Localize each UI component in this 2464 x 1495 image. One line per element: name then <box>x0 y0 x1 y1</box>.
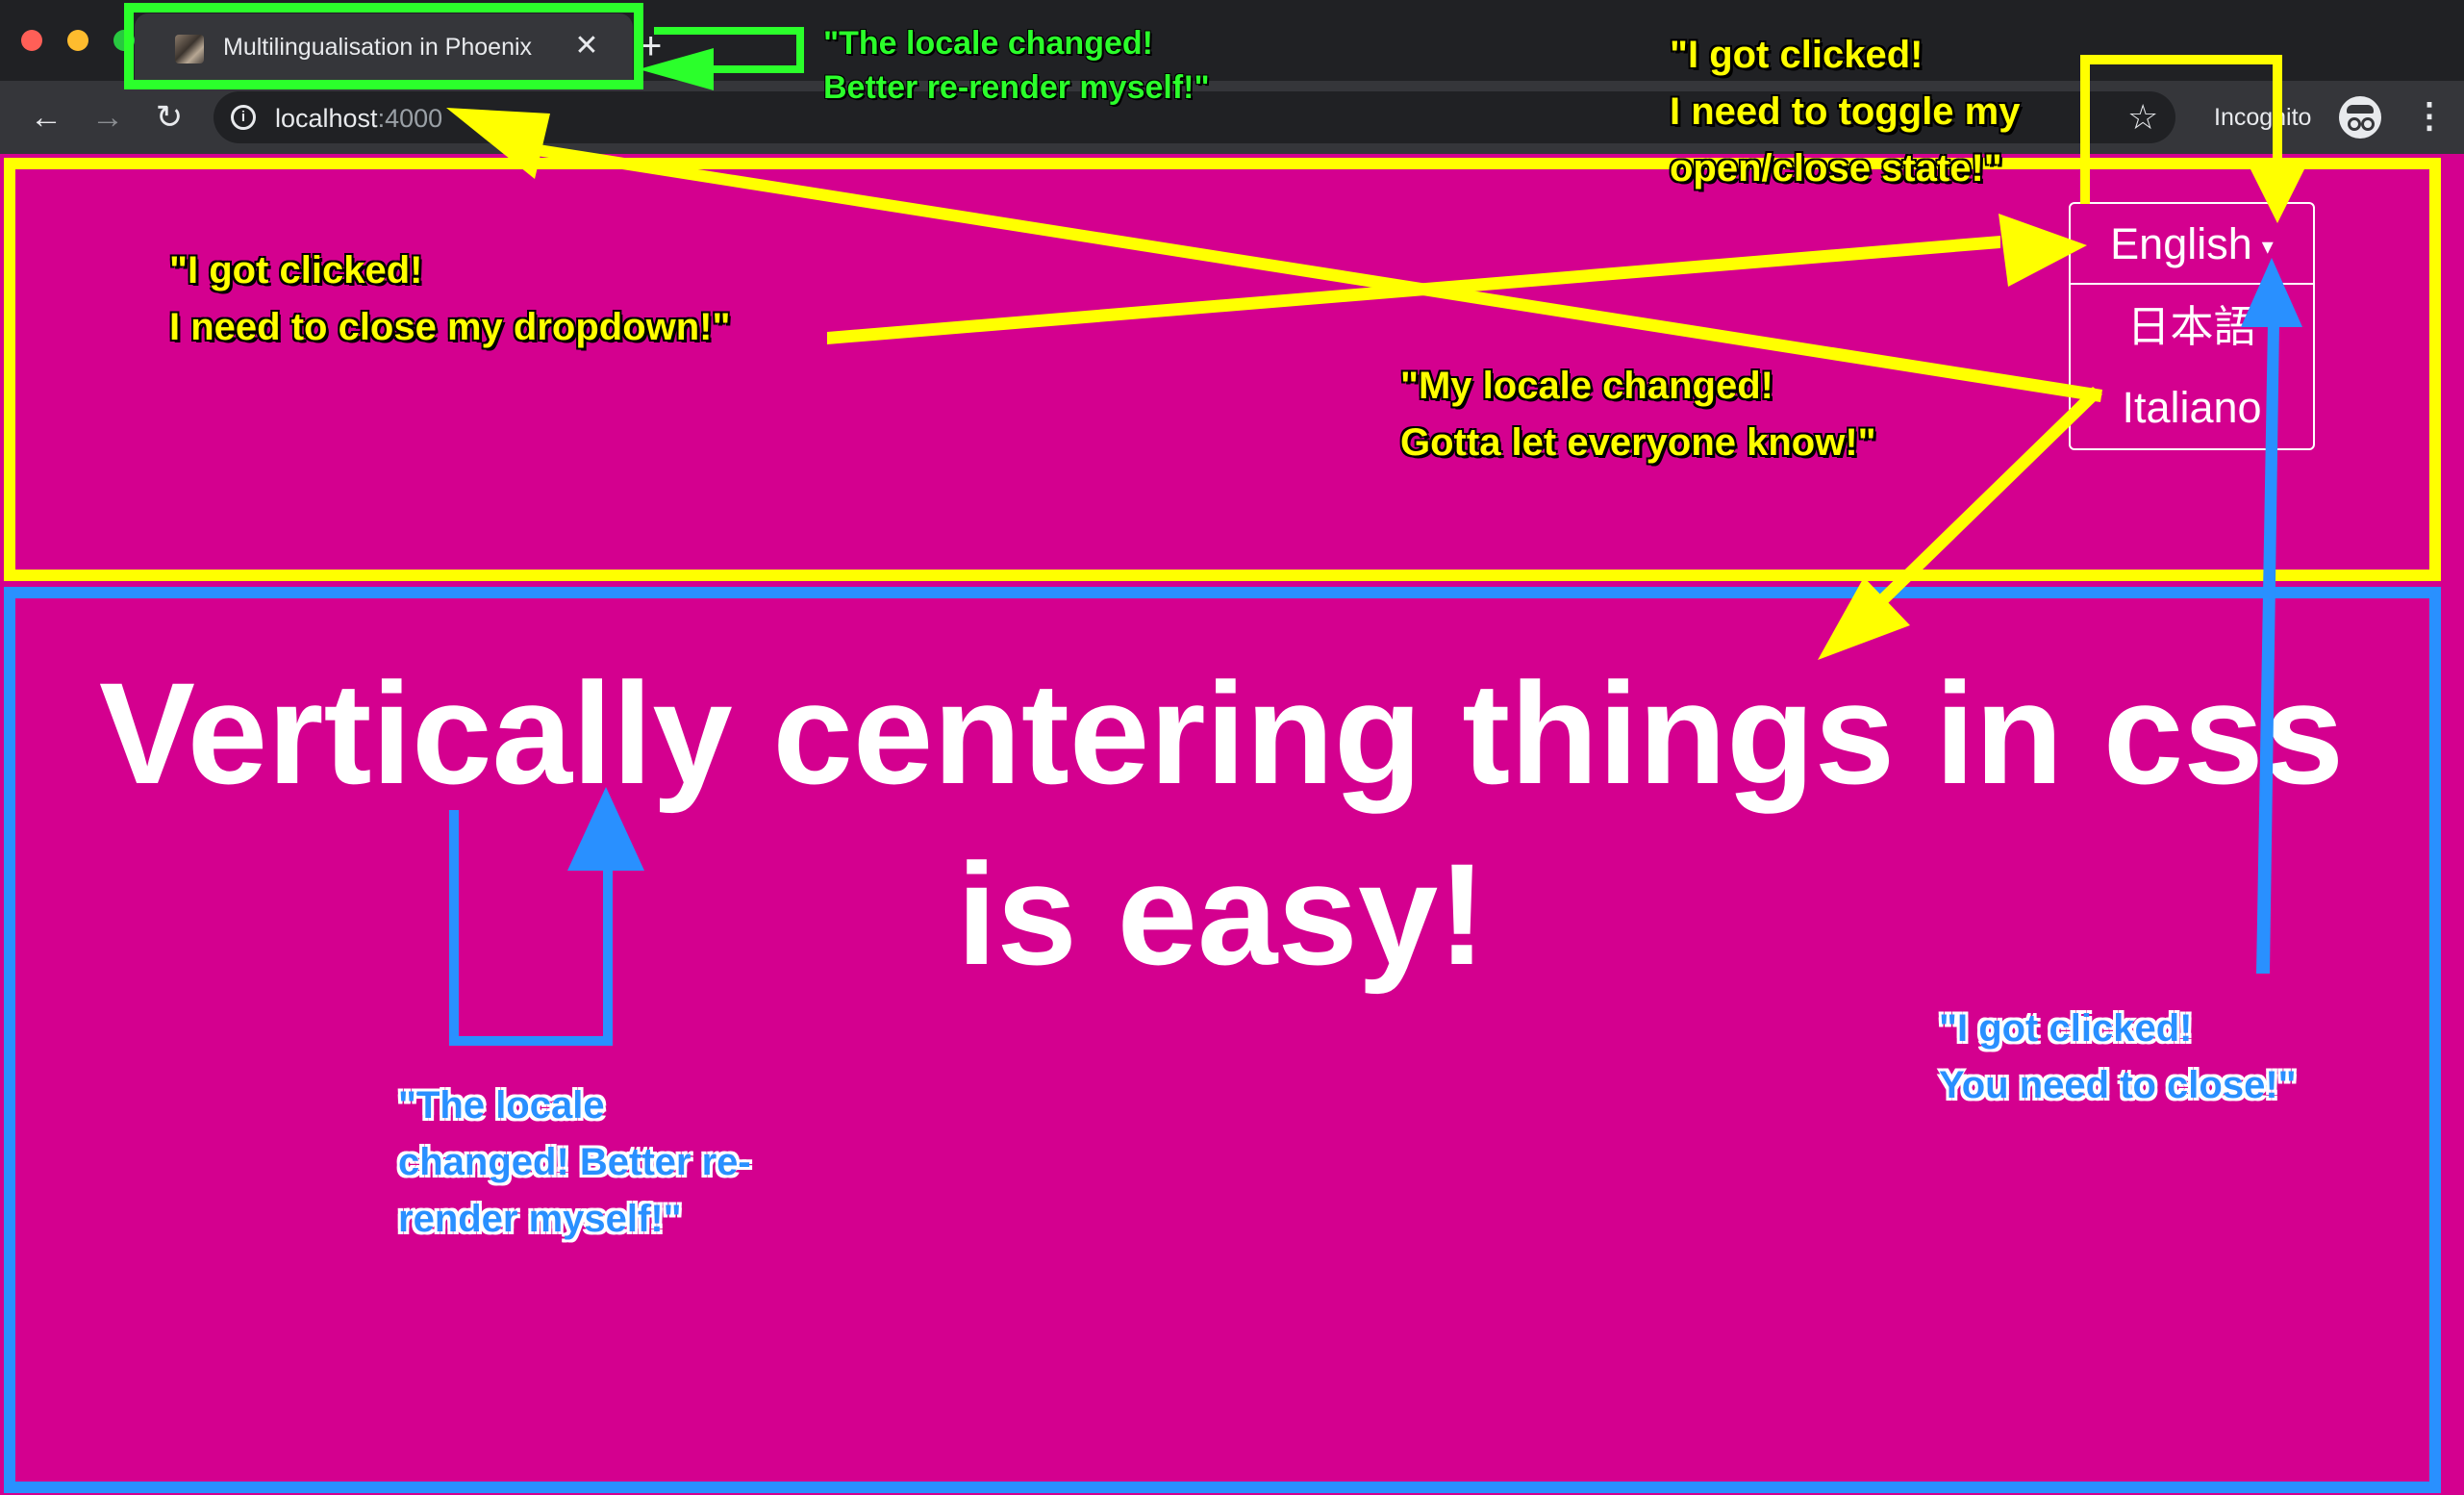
tab-highlight-outline <box>124 3 643 89</box>
locale-changed-note-callout: "My locale changed! Gotta let everyone k… <box>1400 365 1876 464</box>
toggle-note-bracket <box>2080 55 2282 204</box>
you-close-note-callout: "I got clicked! You need to close!" <box>1939 1007 2297 1106</box>
url-arrowhead <box>446 108 550 179</box>
toggle-note-callout: "I got clicked! I need to toggle my open… <box>1670 34 2021 190</box>
you-close-arrowhead <box>2241 258 2302 327</box>
annotation-overlay <box>124 3 2306 1046</box>
tab-note-arrowhead <box>639 48 714 90</box>
close-dropdown-arrowhead <box>1999 214 2087 287</box>
you-close-arrow-shaft <box>2256 322 2279 974</box>
close-dropdown-note-callout: "I got clicked! I need to close my dropd… <box>169 249 731 348</box>
toggle-note-arrowhead <box>2249 165 2306 223</box>
rerender-note-arrowhead <box>567 787 644 871</box>
rerender-note-callout: "The locale changed! Better re- render m… <box>398 1084 751 1240</box>
tab-note-callout: "The locale changed! Better re-render my… <box>823 25 1210 106</box>
headline-arrow-shaft <box>1877 387 2102 606</box>
